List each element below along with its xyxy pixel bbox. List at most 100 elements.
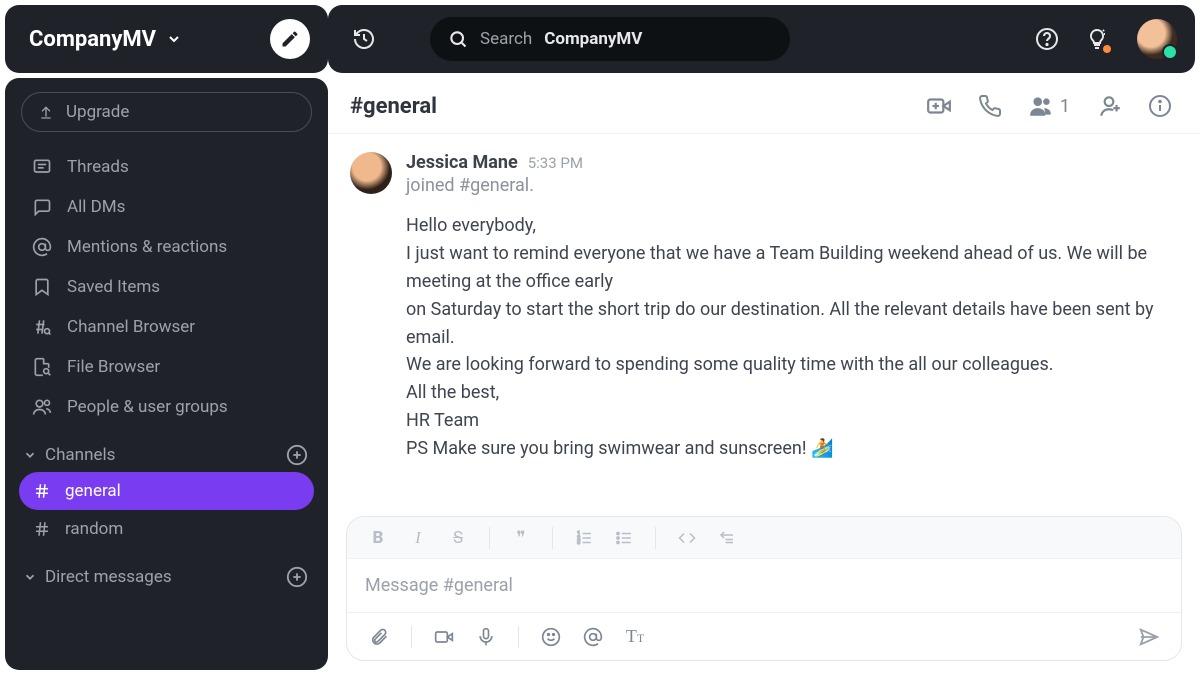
channel-general[interactable]: general (19, 472, 314, 510)
channel-actions: 1 (926, 93, 1172, 119)
separator (552, 527, 553, 549)
nav-label: All DMs (67, 197, 125, 217)
message-author[interactable]: Jessica Mane (406, 152, 518, 173)
message-line: We are looking forward to spending some … (406, 351, 1172, 379)
smile-icon (541, 627, 561, 647)
codeblock-button[interactable] (710, 523, 744, 553)
compose-button[interactable] (270, 19, 310, 59)
channel-header: #general 1 (328, 73, 1200, 134)
workspace-name: CompanyMV (29, 27, 156, 52)
nav-label: Threads (67, 157, 129, 177)
strike-button[interactable]: S (441, 523, 475, 553)
message-composer: B I S ❞ 123 Message #general (346, 516, 1182, 661)
nav-label: File Browser (67, 357, 160, 377)
message-time: 5:33 PM (528, 154, 583, 172)
nav-saved[interactable]: Saved Items (21, 268, 312, 306)
placeholder: Message #general (365, 575, 513, 596)
nav-mentions[interactable]: Mentions & reactions (21, 228, 312, 266)
search-prefix: Search (480, 29, 532, 49)
section-label: Channels (45, 445, 115, 465)
mention-button[interactable] (575, 621, 611, 653)
send-icon (1138, 626, 1160, 648)
pencil-icon (280, 29, 300, 49)
code-icon (678, 529, 696, 547)
message-line: I just want to remind everyone that we h… (406, 240, 1172, 296)
code-button[interactable] (670, 523, 704, 553)
message-input[interactable]: Message #general (347, 559, 1181, 612)
channel-title: #general (350, 94, 437, 119)
chevron-down-icon (166, 31, 182, 47)
dms-icon (31, 197, 53, 217)
info-icon (1148, 94, 1172, 118)
start-video-button[interactable] (926, 93, 952, 119)
composer-actions: TT (347, 612, 1181, 660)
sidebar-body: Upgrade Threads All DMs Mentions & react… (5, 78, 328, 670)
member-count: 1 (1060, 96, 1070, 117)
audio-message-button[interactable] (468, 621, 504, 653)
nav-all-dms[interactable]: All DMs (21, 188, 312, 226)
bullet-list-button[interactable] (607, 523, 641, 553)
format-toolbar: B I S ❞ 123 (347, 517, 1181, 559)
message-avatar[interactable] (350, 152, 392, 194)
dms-header[interactable]: Direct messages (15, 566, 318, 594)
channel-name: random (65, 519, 123, 539)
nav-channel-browser[interactable]: Channel Browser (21, 308, 312, 346)
help-button[interactable] (1029, 21, 1065, 57)
dms-section: Direct messages (15, 566, 318, 594)
send-button[interactable] (1131, 621, 1167, 653)
bookmark-icon (31, 277, 53, 297)
nav-threads[interactable]: Threads (21, 148, 312, 186)
message-list: Jessica Mane 5:33 PM joined #general. He… (328, 134, 1200, 506)
members-button[interactable]: 1 (1028, 93, 1070, 119)
hash-search-icon (31, 317, 53, 337)
bold-button[interactable]: B (361, 523, 395, 553)
upgrade-button[interactable]: Upgrade (21, 92, 312, 132)
search-scope: CompanyMV (544, 29, 642, 49)
system-message: joined #general. (406, 175, 1172, 196)
nav-file-browser[interactable]: File Browser (21, 348, 312, 386)
channels-header[interactable]: Channels (15, 444, 318, 472)
separator (489, 527, 490, 549)
message-line: All the best, (406, 379, 1172, 407)
notification-dot (1103, 45, 1111, 53)
hash-icon (33, 482, 51, 500)
start-call-button[interactable] (978, 94, 1002, 118)
channels-section: Channels general random (15, 444, 318, 548)
chevron-down-icon (23, 570, 37, 584)
separator (655, 527, 656, 549)
channel-info-button[interactable] (1148, 94, 1172, 118)
bullet-list-icon (615, 529, 633, 547)
tips-button[interactable] (1083, 21, 1119, 57)
add-member-button[interactable] (1096, 93, 1122, 119)
separator (518, 626, 519, 648)
help-icon (1035, 27, 1059, 51)
message-line: PS Make sure you bring swimwear and suns… (406, 435, 1172, 463)
user-avatar[interactable] (1137, 19, 1177, 59)
italic-button[interactable]: I (401, 523, 435, 553)
ordered-list-button[interactable]: 123 (567, 523, 601, 553)
history-button[interactable] (346, 21, 382, 57)
codeblock-icon (718, 529, 736, 547)
video-icon (434, 627, 454, 647)
upgrade-label: Upgrade (66, 102, 129, 122)
channel-name: general (65, 481, 121, 501)
format-toggle-button[interactable]: TT (617, 621, 653, 653)
add-channel-button[interactable] (286, 444, 308, 466)
section-label: Direct messages (45, 567, 172, 587)
channel-random[interactable]: random (19, 510, 314, 548)
emoji-button[interactable] (533, 621, 569, 653)
quote-icon: ❞ (516, 528, 525, 548)
separator (411, 626, 412, 648)
people-icon (31, 397, 53, 417)
quote-button[interactable]: ❞ (504, 523, 538, 553)
hash-icon (33, 520, 51, 538)
nav-label: Mentions & reactions (67, 237, 227, 257)
search-input[interactable]: Search CompanyMV (430, 17, 790, 61)
video-message-button[interactable] (426, 621, 462, 653)
workspace-switcher[interactable]: CompanyMV (29, 27, 182, 52)
at-icon (583, 627, 603, 647)
members-icon (1028, 93, 1054, 119)
add-dm-button[interactable] (286, 566, 308, 588)
nav-people[interactable]: People & user groups (21, 388, 312, 426)
attach-button[interactable] (361, 621, 397, 653)
